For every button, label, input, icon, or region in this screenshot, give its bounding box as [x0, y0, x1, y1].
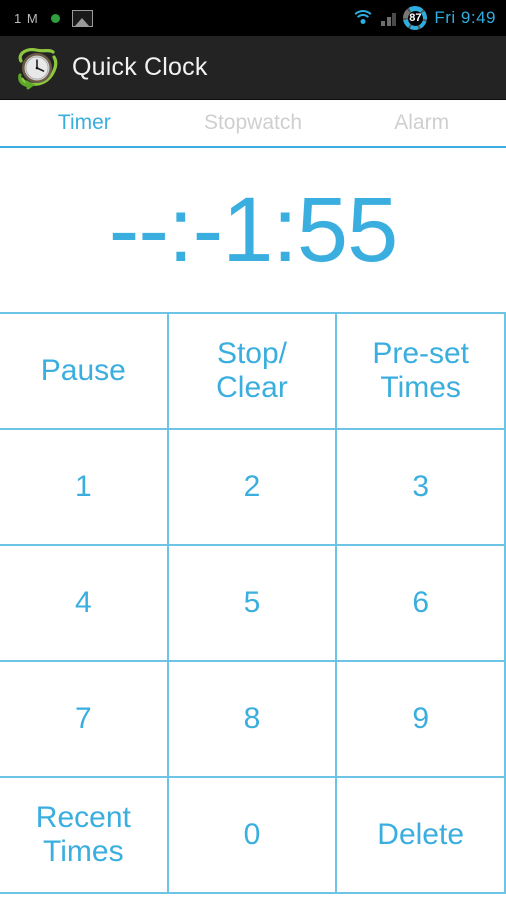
app-title-label: Quick Clock [72, 53, 208, 81]
keypad-key-0[interactable]: 0 [168, 778, 338, 894]
keypad-recent-times-label: Recent Times [35, 800, 131, 869]
keypad-delete-label: Delete [377, 817, 465, 851]
keypad-key-7[interactable]: 7 [0, 662, 169, 778]
keypad-stop-clear[interactable]: Stop/Clear [168, 314, 338, 430]
keypad-key-0-label: 0 [243, 817, 261, 851]
tab-bar: Timer Stopwatch Alarm [0, 100, 506, 148]
keypad-key-4[interactable]: 4 [0, 546, 169, 662]
keypad-key-2[interactable]: 2 [168, 430, 338, 546]
keypad-key-9[interactable]: 9 [337, 662, 506, 778]
keypad-key-1[interactable]: 1 [0, 430, 169, 546]
tab-timer[interactable]: Timer [0, 101, 169, 145]
keypad-key-8[interactable]: 8 [168, 662, 338, 778]
keypad-pause-label: Pause [40, 353, 126, 387]
keypad-key-7-label: 7 [74, 701, 92, 735]
status-bar: 1 M 87 Fri 9:49 [0, 0, 506, 36]
status-clock: Fri 9:49 [434, 8, 496, 27]
battery-percent-label: 87 [409, 11, 422, 24]
keypad-key-5[interactable]: 5 [168, 546, 338, 662]
alarm-clock-icon [14, 45, 60, 91]
status-bar-left: 1 M [14, 9, 93, 27]
notification-dot-icon [50, 13, 60, 23]
signal-icon [381, 10, 397, 26]
keypad-key-2-label: 2 [243, 469, 261, 503]
timer-value-label: --:-1:55 [108, 179, 399, 281]
app-title-bar: Quick Clock [0, 36, 506, 100]
keypad-key-8-label: 8 [243, 701, 261, 735]
status-bar-right: 87 Fri 9:49 [351, 6, 496, 30]
keypad-key-4-label: 4 [74, 585, 92, 619]
keypad-key-3[interactable]: 3 [337, 430, 506, 546]
keypad-key-1-label: 1 [74, 469, 92, 503]
keypad-pause[interactable]: Pause [0, 314, 169, 430]
tab-stopwatch[interactable]: Stopwatch [169, 101, 338, 145]
keypad-key-3-label: 3 [412, 469, 429, 503]
image-icon [71, 9, 93, 27]
keypad-key-9-label: 9 [412, 701, 429, 735]
keypad-stop-clear-label: Stop/Clear [216, 336, 288, 405]
keypad-recent-times[interactable]: Recent Times [0, 778, 169, 894]
keypad-delete[interactable]: Delete [337, 778, 506, 894]
keypad-key-5-label: 5 [243, 585, 261, 619]
timer-display: --:-1:55 [0, 148, 506, 314]
tab-alarm[interactable]: Alarm [337, 101, 506, 145]
keypad-grid: Pause Stop/Clear Pre-set Times 1 2 3 4 5 6 7 8 9 Rece… [0, 314, 506, 894]
battery-icon: 87 [403, 6, 428, 30]
carrier-label: 1 M [14, 10, 39, 26]
keypad-preset-times-label: Pre-set Times [372, 336, 470, 405]
keypad-preset-times[interactable]: Pre-set Times [337, 314, 506, 430]
keypad-key-6[interactable]: 6 [337, 546, 506, 662]
wifi-icon [351, 9, 376, 27]
keypad-key-6-label: 6 [412, 585, 429, 619]
